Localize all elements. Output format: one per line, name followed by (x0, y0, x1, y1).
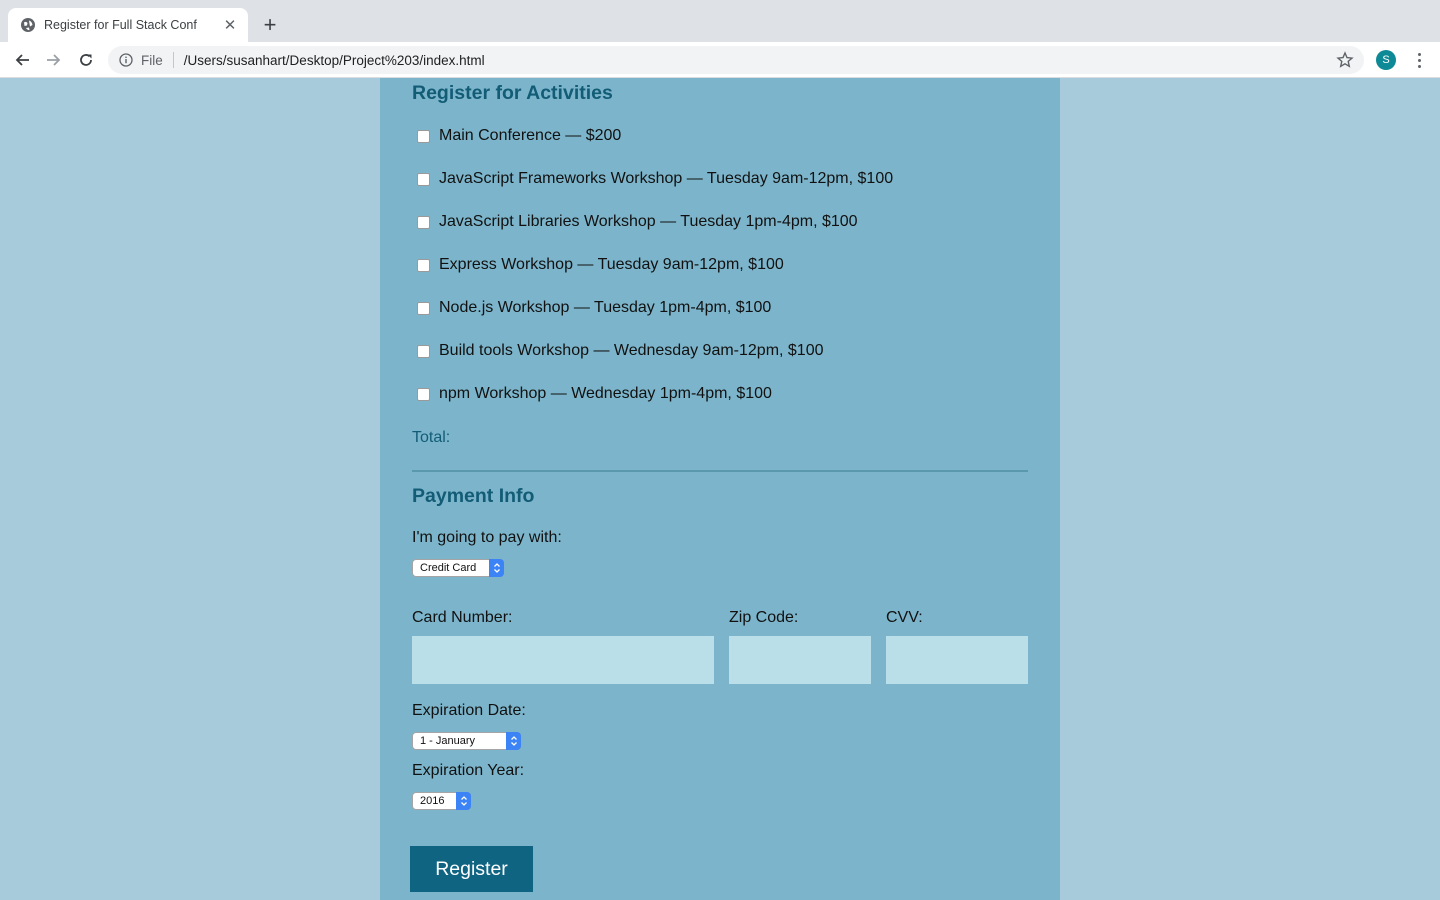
activity-label[interactable]: npm Workshop — Wednesday 1pm-4pm, $100 (439, 385, 772, 403)
profile-avatar[interactable]: S (1376, 50, 1396, 70)
card-number-label: Card Number: (412, 609, 513, 626)
tab-strip: Register for Full Stack Conf ✕ + (0, 0, 1440, 42)
activity-checkbox[interactable] (417, 129, 430, 143)
payment-heading: Payment Info (412, 485, 535, 507)
divider (172, 52, 174, 68)
new-tab-icon[interactable]: + (259, 12, 281, 37)
zip-code-input[interactable] (729, 636, 871, 684)
total-label: Total: (412, 429, 451, 446)
payment-method-value: Credit Card (420, 562, 477, 574)
activity-label[interactable]: Main Conference — $200 (439, 127, 621, 145)
activity-label[interactable]: Node.js Workshop — Tuesday 1pm-4pm, $100 (439, 299, 771, 317)
chevron-updown-icon (506, 732, 521, 750)
activity-checkbox[interactable] (417, 344, 430, 358)
activity-label[interactable]: Express Workshop — Tuesday 9am-12pm, $10… (439, 256, 784, 274)
activities-heading: Register for Activities (412, 82, 613, 104)
browser-tab[interactable]: Register for Full Stack Conf ✕ (8, 8, 248, 42)
activity-item[interactable]: npm Workshop — Wednesday 1pm-4pm, $100 (412, 385, 772, 403)
activity-item[interactable]: Main Conference — $200 (412, 127, 621, 145)
activity-checkbox[interactable] (417, 258, 430, 272)
close-icon[interactable]: ✕ (222, 17, 238, 34)
register-button[interactable]: Register (410, 846, 533, 892)
tab-title: Register for Full Stack Conf (44, 18, 197, 32)
address-bar[interactable]: File /Users/susanhart/Desktop/Project%20… (108, 46, 1364, 74)
expiration-year-select[interactable]: 2016 (412, 792, 471, 810)
activity-item[interactable]: JavaScript Libraries Workshop — Tuesday … (412, 213, 858, 231)
cvv-label: CVV: (886, 609, 923, 626)
globe-icon (20, 17, 36, 33)
activity-item[interactable]: Express Workshop — Tuesday 9am-12pm, $10… (412, 256, 784, 274)
star-icon[interactable] (1336, 51, 1354, 69)
expiration-date-label: Expiration Date: (412, 702, 526, 719)
info-icon[interactable] (119, 53, 133, 67)
card-number-input[interactable] (412, 636, 714, 684)
activity-checkbox[interactable] (417, 215, 430, 229)
url-text[interactable]: /Users/susanhart/Desktop/Project%203/ind… (184, 53, 1336, 68)
activity-item[interactable]: Node.js Workshop — Tuesday 1pm-4pm, $100 (412, 299, 771, 317)
activity-checkbox[interactable] (417, 301, 430, 315)
activity-label[interactable]: JavaScript Frameworks Workshop — Tuesday… (439, 170, 893, 188)
zip-code-label: Zip Code: (729, 609, 799, 626)
activity-checkbox[interactable] (417, 172, 430, 186)
scheme-label: File (141, 52, 163, 68)
forward-arrow-icon[interactable] (44, 50, 64, 70)
activity-label[interactable]: Build tools Workshop — Wednesday 9am-12p… (439, 342, 824, 360)
activity-label[interactable]: JavaScript Libraries Workshop — Tuesday … (439, 213, 858, 231)
activity-checkbox[interactable] (417, 387, 430, 401)
chevron-updown-icon (456, 792, 471, 810)
expiration-month-select[interactable]: 1 - January (412, 732, 521, 750)
chevron-updown-icon (489, 559, 504, 577)
reload-icon[interactable] (76, 50, 96, 70)
pay-with-label: I'm going to pay with: (412, 529, 562, 546)
cvv-input[interactable] (886, 636, 1028, 684)
browser-toolbar: File /Users/susanhart/Desktop/Project%20… (0, 42, 1440, 78)
expiration-year-value: 2016 (420, 795, 445, 807)
more-menu-icon[interactable] (1411, 50, 1427, 70)
activity-item[interactable]: JavaScript Frameworks Workshop — Tuesday… (412, 170, 893, 188)
back-arrow-icon[interactable] (12, 50, 32, 70)
form-panel: Register for Activities Main Conference … (380, 78, 1060, 900)
section-divider (412, 470, 1028, 472)
expiration-month-value: 1 - January (420, 735, 476, 747)
activity-item[interactable]: Build tools Workshop — Wednesday 9am-12p… (412, 342, 824, 360)
payment-method-select[interactable]: Credit Card (412, 559, 504, 577)
expiration-year-label: Expiration Year: (412, 762, 525, 779)
